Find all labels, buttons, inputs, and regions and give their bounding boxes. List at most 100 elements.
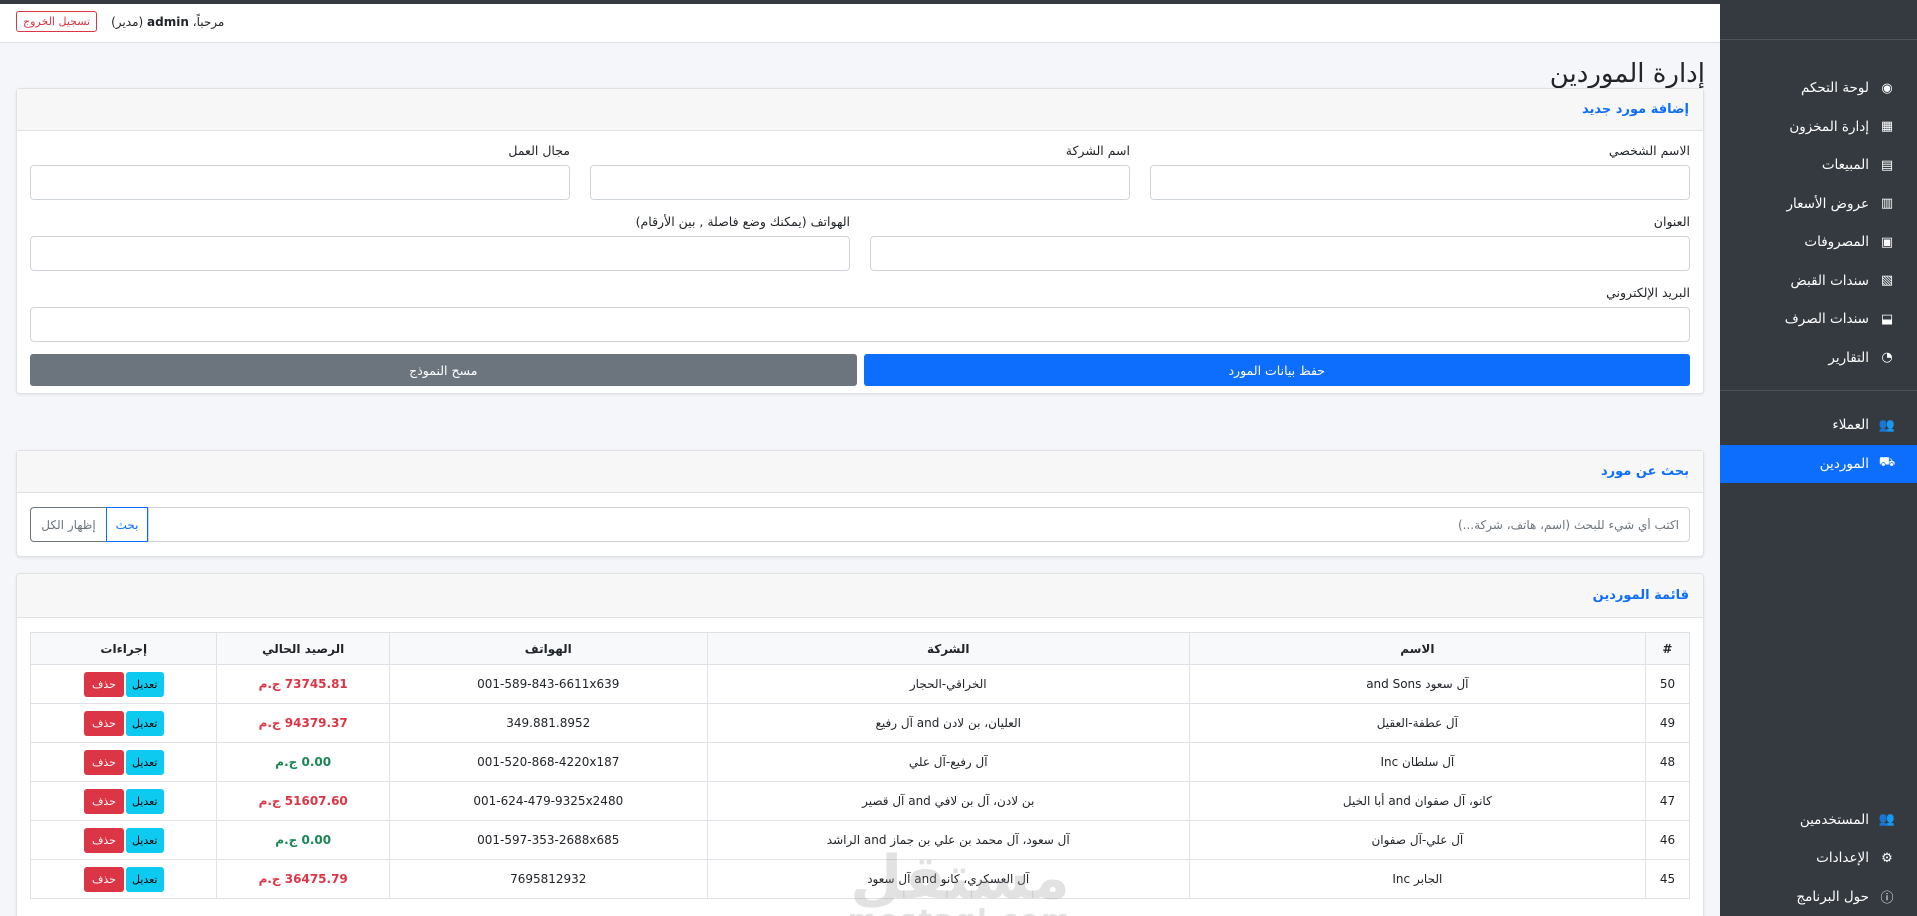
logout-button[interactable]: تسجيل الخروج	[16, 11, 98, 32]
invoice-icon: ▥	[1880, 196, 1894, 212]
sidebar-item-users-cog[interactable]: 👥 المستخدمين	[1720, 801, 1917, 840]
column-header: الشركة	[706, 632, 1190, 665]
delete-button[interactable]: حذف	[83, 710, 124, 736]
search-group: بحث إظهار الكل	[30, 507, 1690, 542]
search-card-header: بحث عن مورد	[17, 451, 1703, 493]
supplier-list-card: قائمة الموردين # الاسم الشركة الهواتف الرصيد…	[16, 573, 1704, 916]
row-name: كانو، آل صفوان and أبا الخيل	[1188, 781, 1646, 821]
delete-button[interactable]: حذف	[83, 827, 124, 853]
edit-button[interactable]: تعديل	[125, 788, 164, 814]
boxes-icon: ▦	[1880, 119, 1894, 135]
delete-button[interactable]: حذف	[83, 749, 124, 775]
email-input[interactable]	[30, 307, 1690, 342]
email-label: البريد الإلكتروني	[1606, 285, 1690, 300]
sidebar-item-cash-register[interactable]: ▤ المبيعات	[1720, 146, 1917, 185]
users-cog-icon: 👥	[1878, 812, 1896, 828]
sidebar-item-truck[interactable]: ⛟ الموردين	[1720, 444, 1917, 483]
row-name: الجابر Inc	[1188, 859, 1646, 899]
row-actions: حذف تعديل	[29, 664, 218, 704]
row-id: 46	[1644, 820, 1691, 860]
sidebar-item-label: عروض الأسعار	[1786, 195, 1869, 212]
row-balance: 94379.37 ج.م	[216, 703, 390, 743]
delete-button[interactable]: حذف	[83, 788, 124, 814]
edit-button[interactable]: تعديل	[125, 749, 164, 775]
delete-button[interactable]: حذف	[83, 671, 124, 697]
sidebar-item-label: حول البرنامج	[1796, 888, 1869, 905]
row-phone: 7695812932	[388, 859, 708, 899]
sidebar-divider	[1720, 390, 1917, 391]
sidebar-item-hand-holding-usd[interactable]: ⬓ سندات الصرف	[1720, 300, 1917, 339]
edit-button[interactable]: تعديل	[125, 671, 164, 697]
sidebar-item-boxes[interactable]: ▦ إدارة المخزون	[1720, 108, 1917, 147]
clear-form-button[interactable]: مسح النموذج	[30, 354, 857, 386]
row-phone: 001-520-868-4220x187	[388, 742, 708, 782]
sidebar-item-money-bill[interactable]: ▣ المصروفات	[1720, 223, 1917, 262]
delete-button[interactable]: حذف	[83, 866, 124, 892]
username: admin	[147, 14, 189, 29]
sidebar-item-label: التقارير	[1828, 349, 1869, 366]
row-company: آل العسكري، كانو and آل سعود	[706, 859, 1190, 899]
sidebar-item-label: المستخدمين	[1799, 811, 1869, 828]
table-body: 50 آل سعود and Sons الخراقي-الحجار 001-589-…	[29, 664, 1691, 899]
row-phone: 001-624-479-9325x2480	[388, 781, 708, 821]
row-id: 45	[1644, 859, 1691, 899]
save-supplier-button[interactable]: حفظ بيانات المورد	[863, 354, 1690, 386]
sidebar-item-users[interactable]: 👥 العملاء	[1720, 406, 1917, 445]
row-name: آل سلطان Inc	[1188, 742, 1646, 782]
table-row: 47 كانو، آل صفوان and أبا الخيل بن لادن، آ…	[29, 781, 1691, 821]
phones-input[interactable]	[30, 236, 850, 271]
sidebar-item-label: سندات القبض	[1790, 272, 1869, 289]
field-of-work-label: مجال العمل	[508, 143, 570, 158]
search-input[interactable]	[148, 507, 1690, 542]
search-button[interactable]: بحث	[106, 507, 148, 542]
row-company: الخراقي-الحجار	[706, 664, 1190, 704]
row-actions: حذف تعديل	[29, 742, 218, 782]
row-name: آل عطفة-العقيل	[1188, 703, 1646, 743]
dashboard-icon: ◉	[1881, 80, 1893, 96]
sidebar-nav-secondary: 👥 العملاء ⛟ الموردين	[1720, 406, 1917, 483]
company-name-label: اسم الشركة	[1065, 143, 1130, 158]
company-name-input[interactable]	[590, 165, 1130, 200]
sidebar-item-chart-pie[interactable]: ◔ التقارير	[1720, 339, 1917, 378]
supplier-list-header: قائمة الموردين	[17, 574, 1703, 618]
row-balance: 36475.79 ج.م	[216, 859, 390, 899]
info-circle-icon: ⓘ	[1880, 891, 1894, 907]
page-title: إدارة الموردين	[1549, 59, 1705, 89]
row-company: العليان، بن لادن and آل رفيع	[706, 703, 1190, 743]
column-header: الرصيد الحالي	[216, 632, 390, 665]
sidebar-item-label: سندات الصرف	[1784, 311, 1869, 328]
row-id: 50	[1644, 664, 1691, 704]
add-supplier-card-header: إضافة مورد جديد	[17, 89, 1703, 131]
sidebar-item-label: إدارة المخزون	[1789, 118, 1869, 135]
address-input[interactable]	[870, 236, 1690, 271]
edit-button[interactable]: تعديل	[125, 710, 164, 736]
sidebar: ◉ لوحة التحكم ▦ إدارة المخزون ▤ المبيعات ▥ عروض…	[1720, 0, 1917, 916]
sidebar-item-invoice[interactable]: ▥ عروض الأسعار	[1720, 185, 1917, 224]
table-row: 45 الجابر Inc آل العسكري، كانو and آل سعود…	[29, 859, 1691, 899]
search-card: بحث عن مورد بحث إظهار الكل	[16, 450, 1704, 557]
main-content: إدارة الموردين إضافة مورد جديد الاسم الش…	[0, 43, 1720, 916]
row-actions: حذف تعديل	[29, 859, 218, 899]
show-all-button[interactable]: إظهار الكل	[30, 507, 106, 542]
sidebar-brand	[1720, 0, 1917, 40]
table-row: 49 آل عطفة-العقيل العليان، بن لادن and آل …	[29, 703, 1691, 743]
sidebar-item-cogs[interactable]: ⚙ الإعدادات	[1720, 839, 1917, 878]
field-of-work-input[interactable]	[30, 165, 570, 200]
sidebar-item-label: المبيعات	[1821, 157, 1869, 174]
row-phone: 001-597-353-2688x685	[388, 820, 708, 860]
edit-button[interactable]: تعديل	[125, 866, 164, 892]
supplier-table: # الاسم الشركة الهواتف الرصيد الحالي إجراءات …	[29, 632, 1691, 899]
row-company: بن لادن، آل بن لافي and آل قصير	[706, 781, 1190, 821]
add-supplier-card: إضافة مورد جديد الاسم الشخصي اسم الشركة …	[16, 88, 1704, 394]
edit-button[interactable]: تعديل	[125, 827, 164, 853]
users-icon: 👥	[1878, 417, 1896, 433]
table-row: 50 آل سعود and Sons الخراقي-الحجار 001-589-…	[29, 664, 1691, 704]
row-balance: 0.00 ج.م	[216, 742, 390, 782]
sidebar-item-label: الإعدادات	[1816, 850, 1869, 867]
cogs-icon: ⚙	[1881, 850, 1893, 866]
personal-name-input[interactable]	[1150, 165, 1690, 200]
sidebar-item-dashboard[interactable]: ◉ لوحة التحكم	[1720, 69, 1917, 108]
sidebar-item-info-circle[interactable]: ⓘ حول البرنامج	[1720, 878, 1917, 916]
sidebar-item-receipt[interactable]: ▧ سندات القبض	[1720, 262, 1917, 301]
row-phone: 349.881.8952	[388, 703, 708, 743]
